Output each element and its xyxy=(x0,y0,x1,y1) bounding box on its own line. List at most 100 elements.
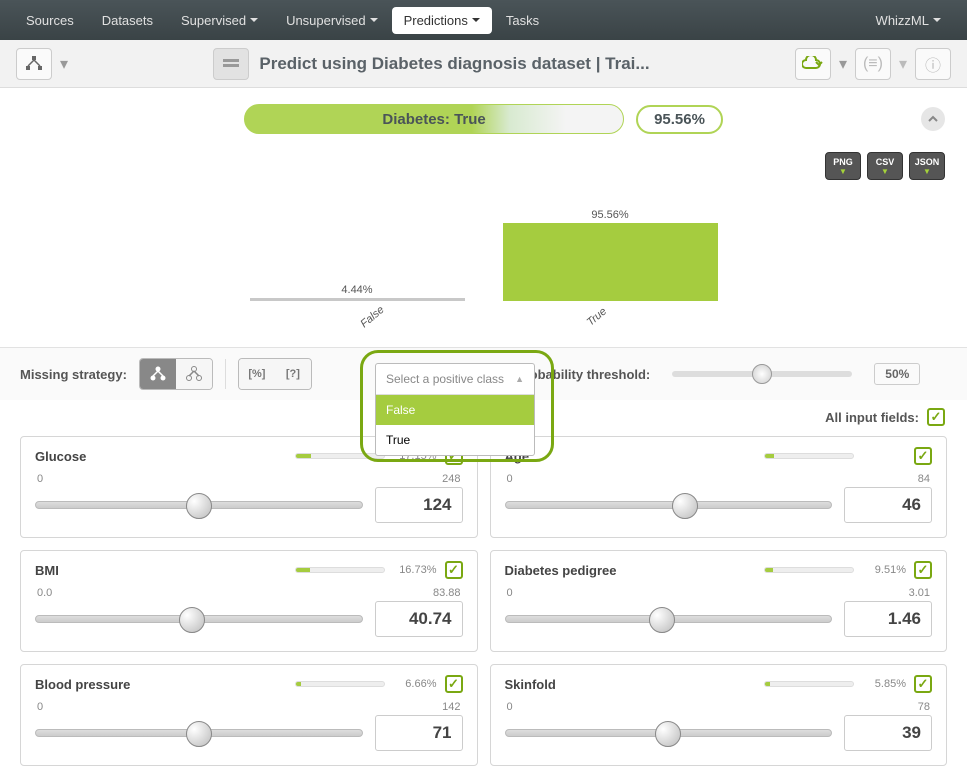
field-name: BMI xyxy=(35,563,287,578)
cloud-action-button[interactable] xyxy=(795,48,831,80)
info-button[interactable]: ⓘ xyxy=(915,48,951,80)
field-importance-bar xyxy=(295,567,385,573)
select-option-true[interactable]: True xyxy=(376,425,534,455)
slider-knob[interactable] xyxy=(649,607,675,633)
field-value-input[interactable]: 71 xyxy=(375,715,463,751)
nav-predictions[interactable]: Predictions xyxy=(392,7,492,34)
field-card: Skinfold 5.85% ✓ 0 78 39 xyxy=(490,664,948,766)
prediction-percent-badge: 95.56% xyxy=(636,105,723,134)
slider-knob[interactable] xyxy=(655,721,681,747)
field-importance-bar xyxy=(764,453,854,459)
field-importance-pct: 6.66% xyxy=(393,678,437,690)
nav-whizzml-label: WhizzML xyxy=(876,13,929,28)
nav-sources[interactable]: Sources xyxy=(12,3,88,38)
field-max: 248 xyxy=(442,473,460,485)
field-importance-pct: 16.73% xyxy=(393,564,437,576)
select-placeholder[interactable]: Select a positive class ▲ xyxy=(376,364,534,395)
field-slider[interactable] xyxy=(35,501,363,509)
nav-whizzml[interactable]: WhizzML xyxy=(862,3,955,38)
field-importance-bar xyxy=(295,453,385,459)
model-type-icon[interactable] xyxy=(213,48,249,80)
positive-class-select[interactable]: Select a positive class ▲ False True xyxy=(375,363,535,456)
nav-unsupervised[interactable]: Unsupervised xyxy=(272,3,392,38)
missing-strategy-proportional-button[interactable] xyxy=(176,359,212,389)
probability-threshold-value: 50% xyxy=(874,363,920,385)
nav-datasets[interactable]: Datasets xyxy=(88,3,167,38)
chevron-up-icon xyxy=(927,113,939,125)
caret-down-icon xyxy=(370,18,378,26)
field-min: 0.0 xyxy=(37,587,52,599)
field-min: 0 xyxy=(507,701,513,713)
nav-tasks[interactable]: Tasks xyxy=(492,3,553,38)
missing-strategy-label: Missing strategy: xyxy=(20,367,127,382)
nav-supervised-label: Supervised xyxy=(181,13,246,28)
workflow-icon-button[interactable] xyxy=(16,48,52,80)
sub-header: ▾ Predict using Diabetes diagnosis datas… xyxy=(0,40,967,88)
slider-knob[interactable] xyxy=(186,721,212,747)
field-max: 83.88 xyxy=(433,587,461,599)
select-option-false[interactable]: False xyxy=(376,395,534,425)
all-input-fields-checkbox[interactable]: ✓ xyxy=(927,408,945,426)
slider-knob[interactable] xyxy=(752,364,772,384)
field-min: 0 xyxy=(37,473,43,485)
field-min: 0 xyxy=(507,473,513,485)
nav-supervised[interactable]: Supervised xyxy=(167,3,272,38)
caret-down-icon: ▾ xyxy=(839,54,847,74)
field-name: Age xyxy=(505,449,757,464)
top-nav: Sources Datasets Supervised Unsupervised… xyxy=(0,0,967,40)
tree-path-icon xyxy=(149,366,167,382)
field-value-input[interactable]: 39 xyxy=(844,715,932,751)
threshold-question-button[interactable]: [?] xyxy=(275,359,311,389)
field-enable-checkbox[interactable]: ✓ xyxy=(445,675,463,693)
nav-unsupervised-label: Unsupervised xyxy=(286,13,366,28)
page-title: Predict using Diabetes diagnosis dataset… xyxy=(259,54,649,74)
chart-area: PNG▼ CSV▼ JSON▼ 4.44% 95.56% False True xyxy=(0,150,967,347)
bar-false-rect xyxy=(250,298,465,301)
probability-threshold-label: Probability threshold: xyxy=(516,367,650,382)
field-card: Blood pressure 6.66% ✓ 0 142 71 xyxy=(20,664,478,766)
field-value-input[interactable]: 1.46 xyxy=(844,601,932,637)
secondary-action-button[interactable]: (≡) xyxy=(855,48,891,80)
field-enable-checkbox[interactable]: ✓ xyxy=(914,447,932,465)
slider-knob[interactable] xyxy=(186,493,212,519)
bar-true-rect xyxy=(503,223,718,301)
field-enable-checkbox[interactable]: ✓ xyxy=(914,675,932,693)
collapse-chart-button[interactable] xyxy=(921,107,945,131)
caret-down-icon xyxy=(250,18,258,26)
field-enable-checkbox[interactable]: ✓ xyxy=(914,561,932,579)
field-slider[interactable] xyxy=(505,615,833,623)
field-card: Age ✓ 0 84 46 xyxy=(490,436,948,538)
field-enable-checkbox[interactable]: ✓ xyxy=(445,561,463,579)
field-slider[interactable] xyxy=(505,729,833,737)
field-min: 0 xyxy=(507,587,513,599)
missing-strategy-toggle xyxy=(139,358,213,390)
field-value-input[interactable]: 46 xyxy=(844,487,932,523)
field-card: Diabetes pedigree 9.51% ✓ 0 3.01 1.46 xyxy=(490,550,948,652)
field-slider[interactable] xyxy=(35,729,363,737)
ensemble-icon xyxy=(221,56,241,72)
field-name: Skinfold xyxy=(505,677,757,692)
caret-down-icon xyxy=(472,18,480,26)
threshold-percent-button[interactable]: [%] xyxy=(239,359,275,389)
field-max: 142 xyxy=(442,701,460,713)
caret-down-icon xyxy=(933,18,941,26)
field-min: 0 xyxy=(37,701,43,713)
field-name: Diabetes pedigree xyxy=(505,563,757,578)
field-slider[interactable] xyxy=(505,501,833,509)
slider-knob[interactable] xyxy=(672,493,698,519)
missing-strategy-tree-button[interactable] xyxy=(140,359,176,389)
axis-label-false: False xyxy=(358,304,386,330)
field-value-input[interactable]: 124 xyxy=(375,487,463,523)
probability-threshold-slider[interactable] xyxy=(672,371,852,377)
field-importance-bar xyxy=(295,681,385,687)
field-max: 84 xyxy=(918,473,930,485)
field-value-input[interactable]: 40.74 xyxy=(375,601,463,637)
field-importance-bar xyxy=(764,681,854,687)
slider-knob[interactable] xyxy=(179,607,205,633)
field-max: 78 xyxy=(918,701,930,713)
tree-path-alt-icon xyxy=(185,366,203,382)
field-slider[interactable] xyxy=(35,615,363,623)
input-fields-grid: Glucose 17.15% ✓ 0 248 124 Age ✓ 0 84 xyxy=(0,430,967,772)
bar-true-value: 95.56% xyxy=(591,209,628,221)
field-importance-pct: 5.85% xyxy=(862,678,906,690)
